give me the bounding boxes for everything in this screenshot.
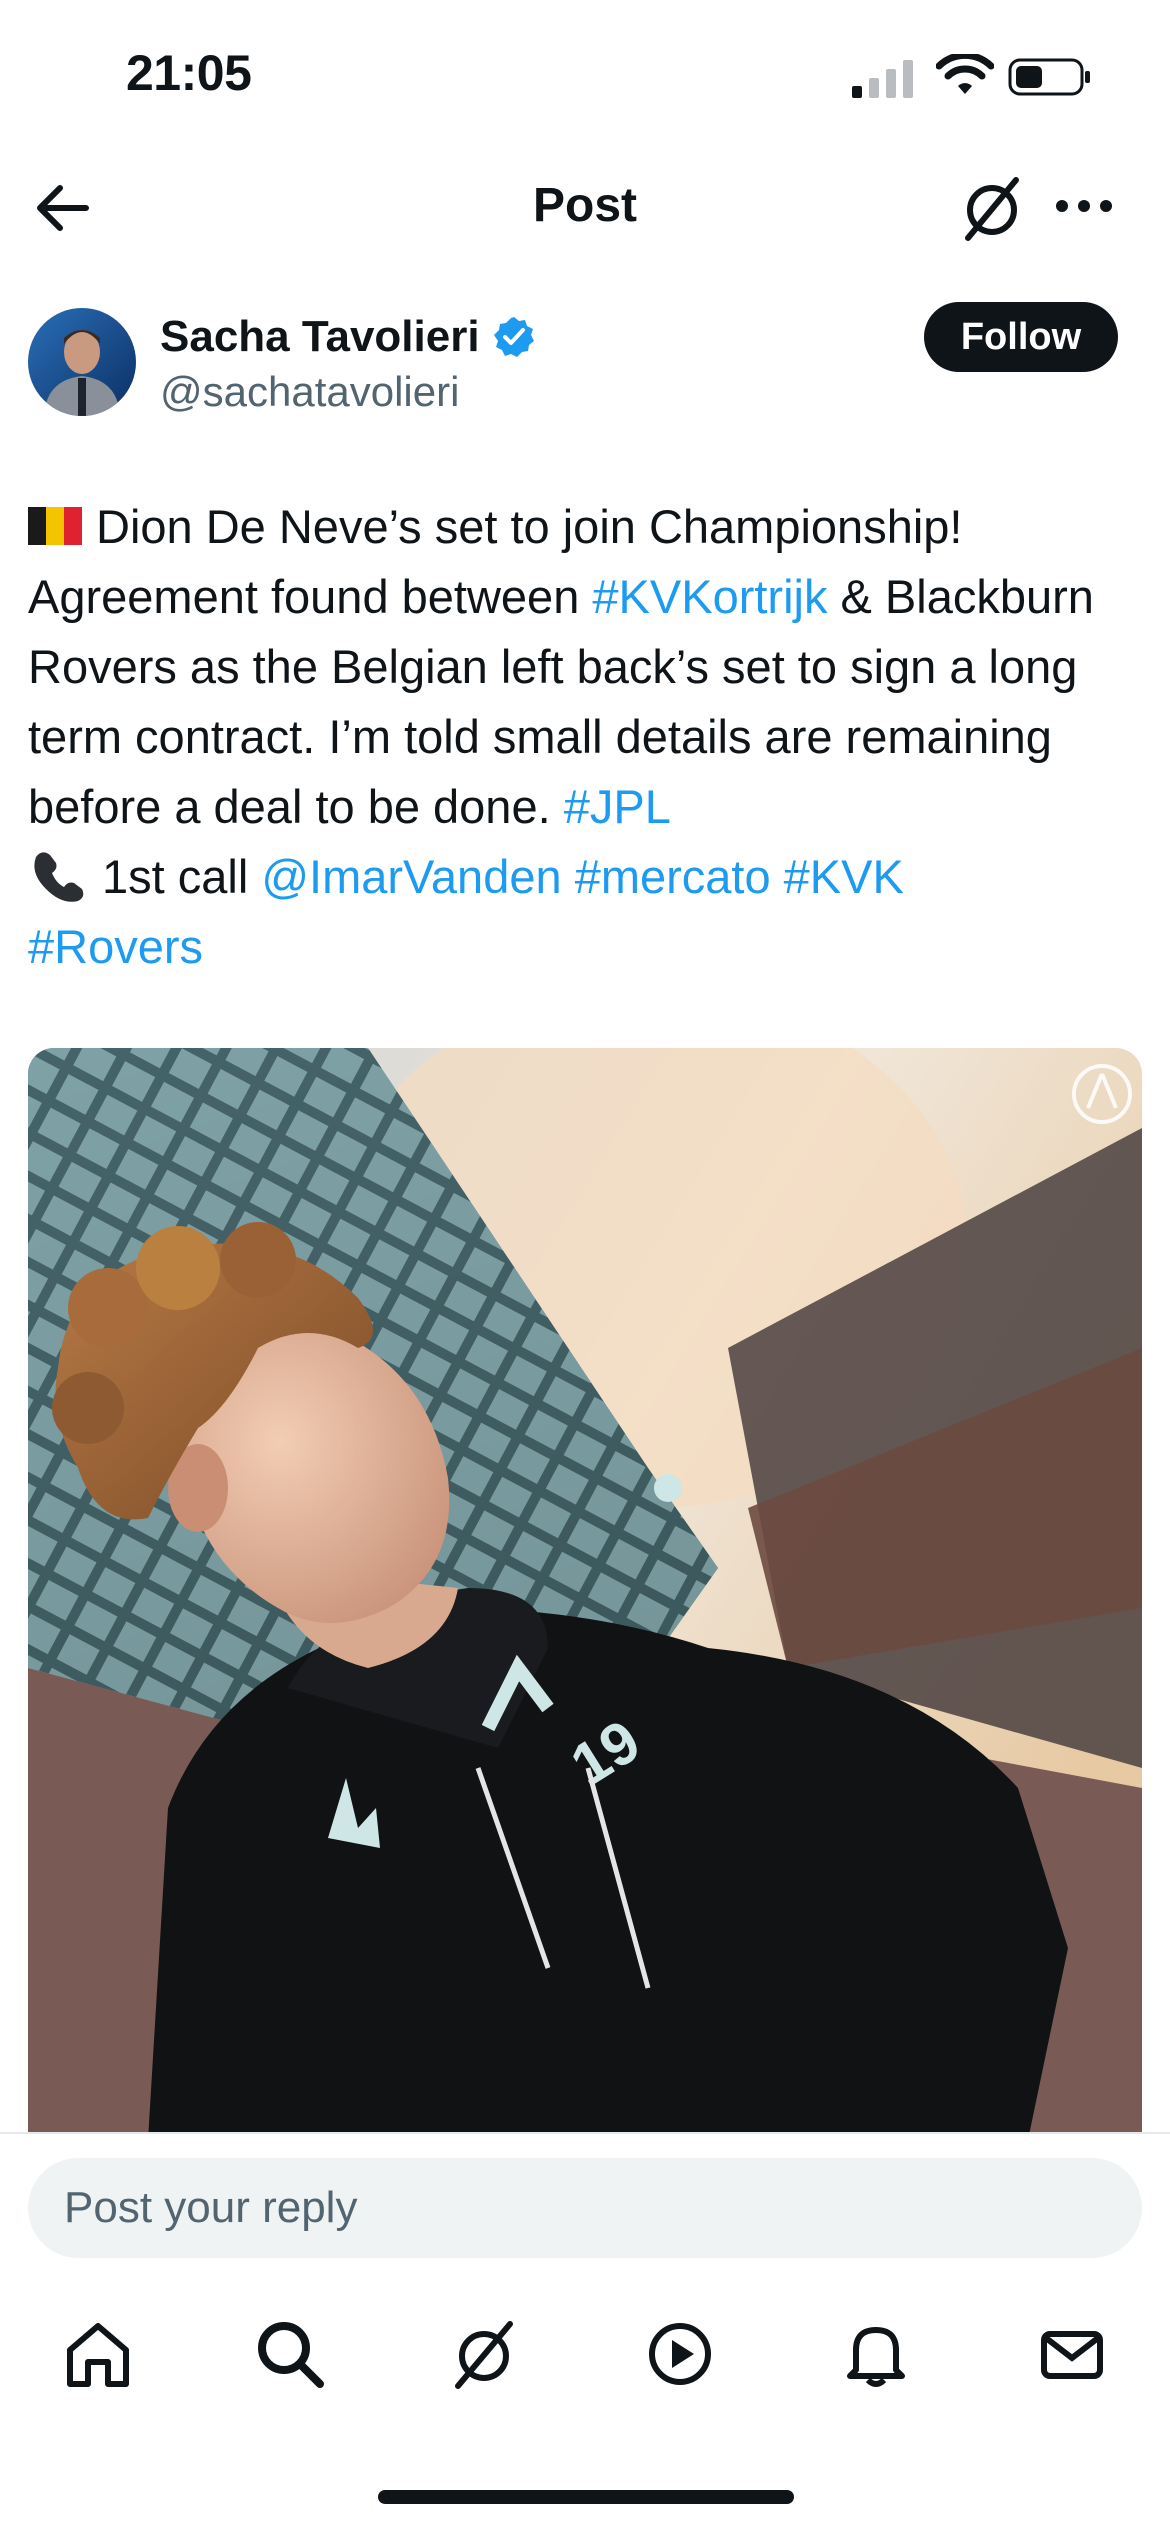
belgium-flag-icon bbox=[28, 494, 82, 545]
wifi-icon bbox=[936, 54, 994, 94]
post-text: Dion De Neve’s set to join Championship!… bbox=[28, 492, 1148, 982]
author-handle[interactable]: @sachatavolieri bbox=[160, 368, 459, 416]
telephone-icon bbox=[34, 852, 84, 902]
messages-icon[interactable] bbox=[1036, 2318, 1108, 2390]
author-name[interactable]: Sacha Tavolieri bbox=[160, 312, 480, 362]
author-name-row: Sacha Tavolieri bbox=[160, 312, 536, 362]
grok-icon[interactable] bbox=[956, 172, 1028, 244]
hashtag-link[interactable]: #Rovers bbox=[28, 920, 203, 973]
battery-icon bbox=[1008, 58, 1090, 96]
hashtag-link[interactable]: #KVK bbox=[784, 850, 904, 903]
post-text-segment: 1st call bbox=[102, 850, 262, 903]
status-time: 21:05 bbox=[126, 45, 252, 101]
hashtag-link[interactable]: #mercato bbox=[575, 850, 771, 903]
verified-badge-icon bbox=[493, 317, 534, 357]
cellular-signal-icon bbox=[852, 60, 913, 98]
more-icon[interactable] bbox=[1052, 176, 1116, 236]
hashtag-link[interactable]: #KVKortrijk bbox=[592, 570, 827, 623]
reply-input[interactable]: Post your reply bbox=[28, 2158, 1142, 2258]
grok-icon[interactable] bbox=[448, 2318, 520, 2390]
notifications-icon[interactable] bbox=[840, 2318, 912, 2390]
post-text-segment bbox=[562, 850, 575, 903]
post-image[interactable]: 19 bbox=[28, 1048, 1142, 2140]
post-text-segment bbox=[771, 850, 784, 903]
home-indicator[interactable] bbox=[378, 2490, 794, 2504]
avatar[interactable] bbox=[28, 308, 136, 416]
hashtag-link[interactable]: #JPL bbox=[564, 780, 671, 833]
search-icon[interactable] bbox=[254, 2318, 326, 2390]
mention-link[interactable]: @ImarVanden bbox=[261, 850, 561, 903]
home-icon[interactable] bbox=[62, 2318, 134, 2390]
video-icon[interactable] bbox=[644, 2318, 716, 2390]
follow-button[interactable]: Follow bbox=[924, 302, 1118, 372]
